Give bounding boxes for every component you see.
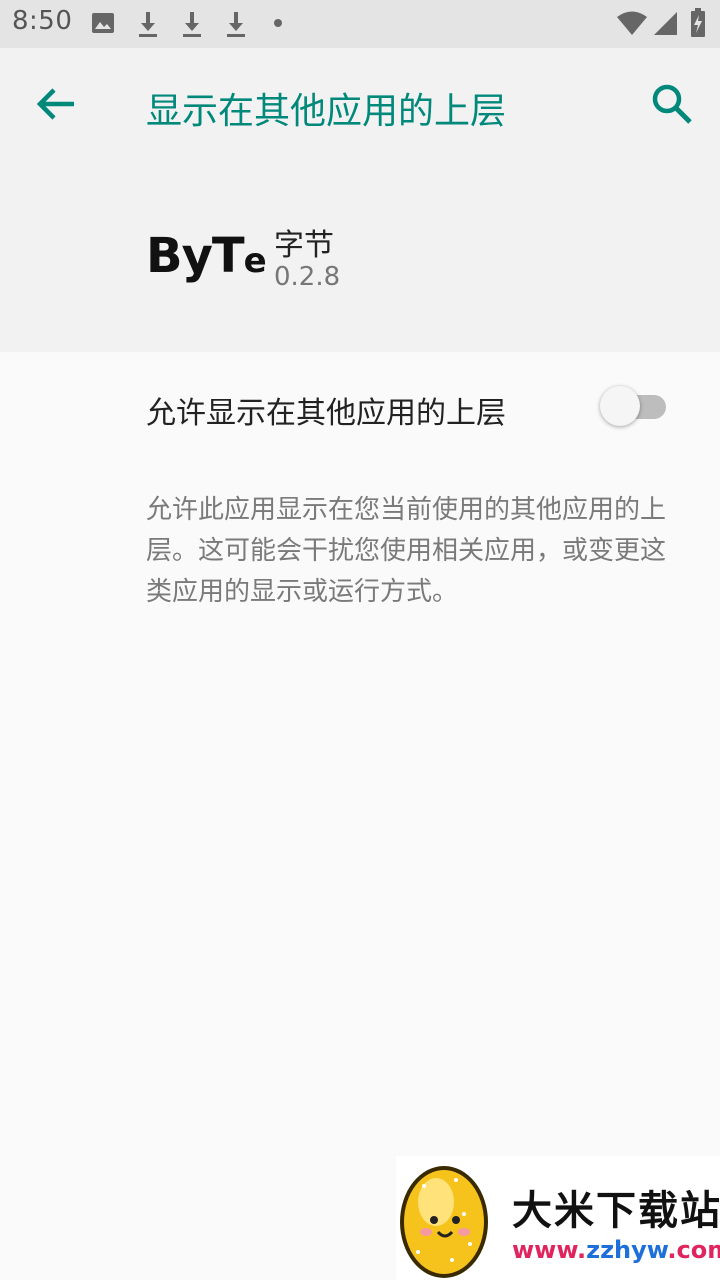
permission-switch[interactable] [600, 386, 668, 428]
download-icon [139, 12, 157, 37]
dot-icon [274, 19, 282, 27]
search-icon[interactable] [646, 78, 698, 130]
permission-description: 允许此应用显示在您当前使用的其他应用的上层。这可能会干扰您使用相关应用，或变更这… [146, 495, 667, 607]
permission-toggle-row[interactable]: 允许显示在其他应用的上层 [0, 352, 720, 462]
status-time: 8:50 [12, 6, 73, 36]
rice-mascot-logo [400, 1166, 488, 1278]
toolbar: 显示在其他应用的上层 [0, 48, 720, 160]
watermark-url: www.zzhyw.com [512, 1236, 720, 1264]
permission-toggle-label: 允许显示在其他应用的上层 [146, 396, 506, 431]
battery-charging-icon [691, 8, 705, 37]
app-logo-text: ByT [146, 228, 245, 284]
watermark: 大米下载站 www.zzhyw.com [396, 1156, 720, 1280]
watermark-url-suffix: .com [667, 1236, 720, 1264]
app-header: ByTe 字节 0.2.8 [0, 160, 720, 352]
status-bar: 8:50 [0, 0, 720, 48]
watermark-title: 大米下载站 [512, 1188, 720, 1234]
app-logo-text-small: e [243, 241, 267, 281]
watermark-url-prefix: www. [512, 1236, 587, 1264]
download-icon [227, 12, 245, 37]
app-logo: ByTe [146, 228, 267, 284]
signal-icon [654, 12, 677, 35]
wifi-icon [617, 11, 647, 35]
watermark-url-domain: zzhyw [586, 1236, 668, 1264]
page-title: 显示在其他应用的上层 [146, 91, 507, 132]
download-icon [183, 12, 201, 37]
image-icon [92, 13, 114, 33]
switch-thumb [600, 386, 640, 426]
app-name: 字节 [274, 228, 334, 263]
app-version: 0.2.8 [274, 262, 341, 292]
arrow-left-icon[interactable] [30, 78, 82, 130]
